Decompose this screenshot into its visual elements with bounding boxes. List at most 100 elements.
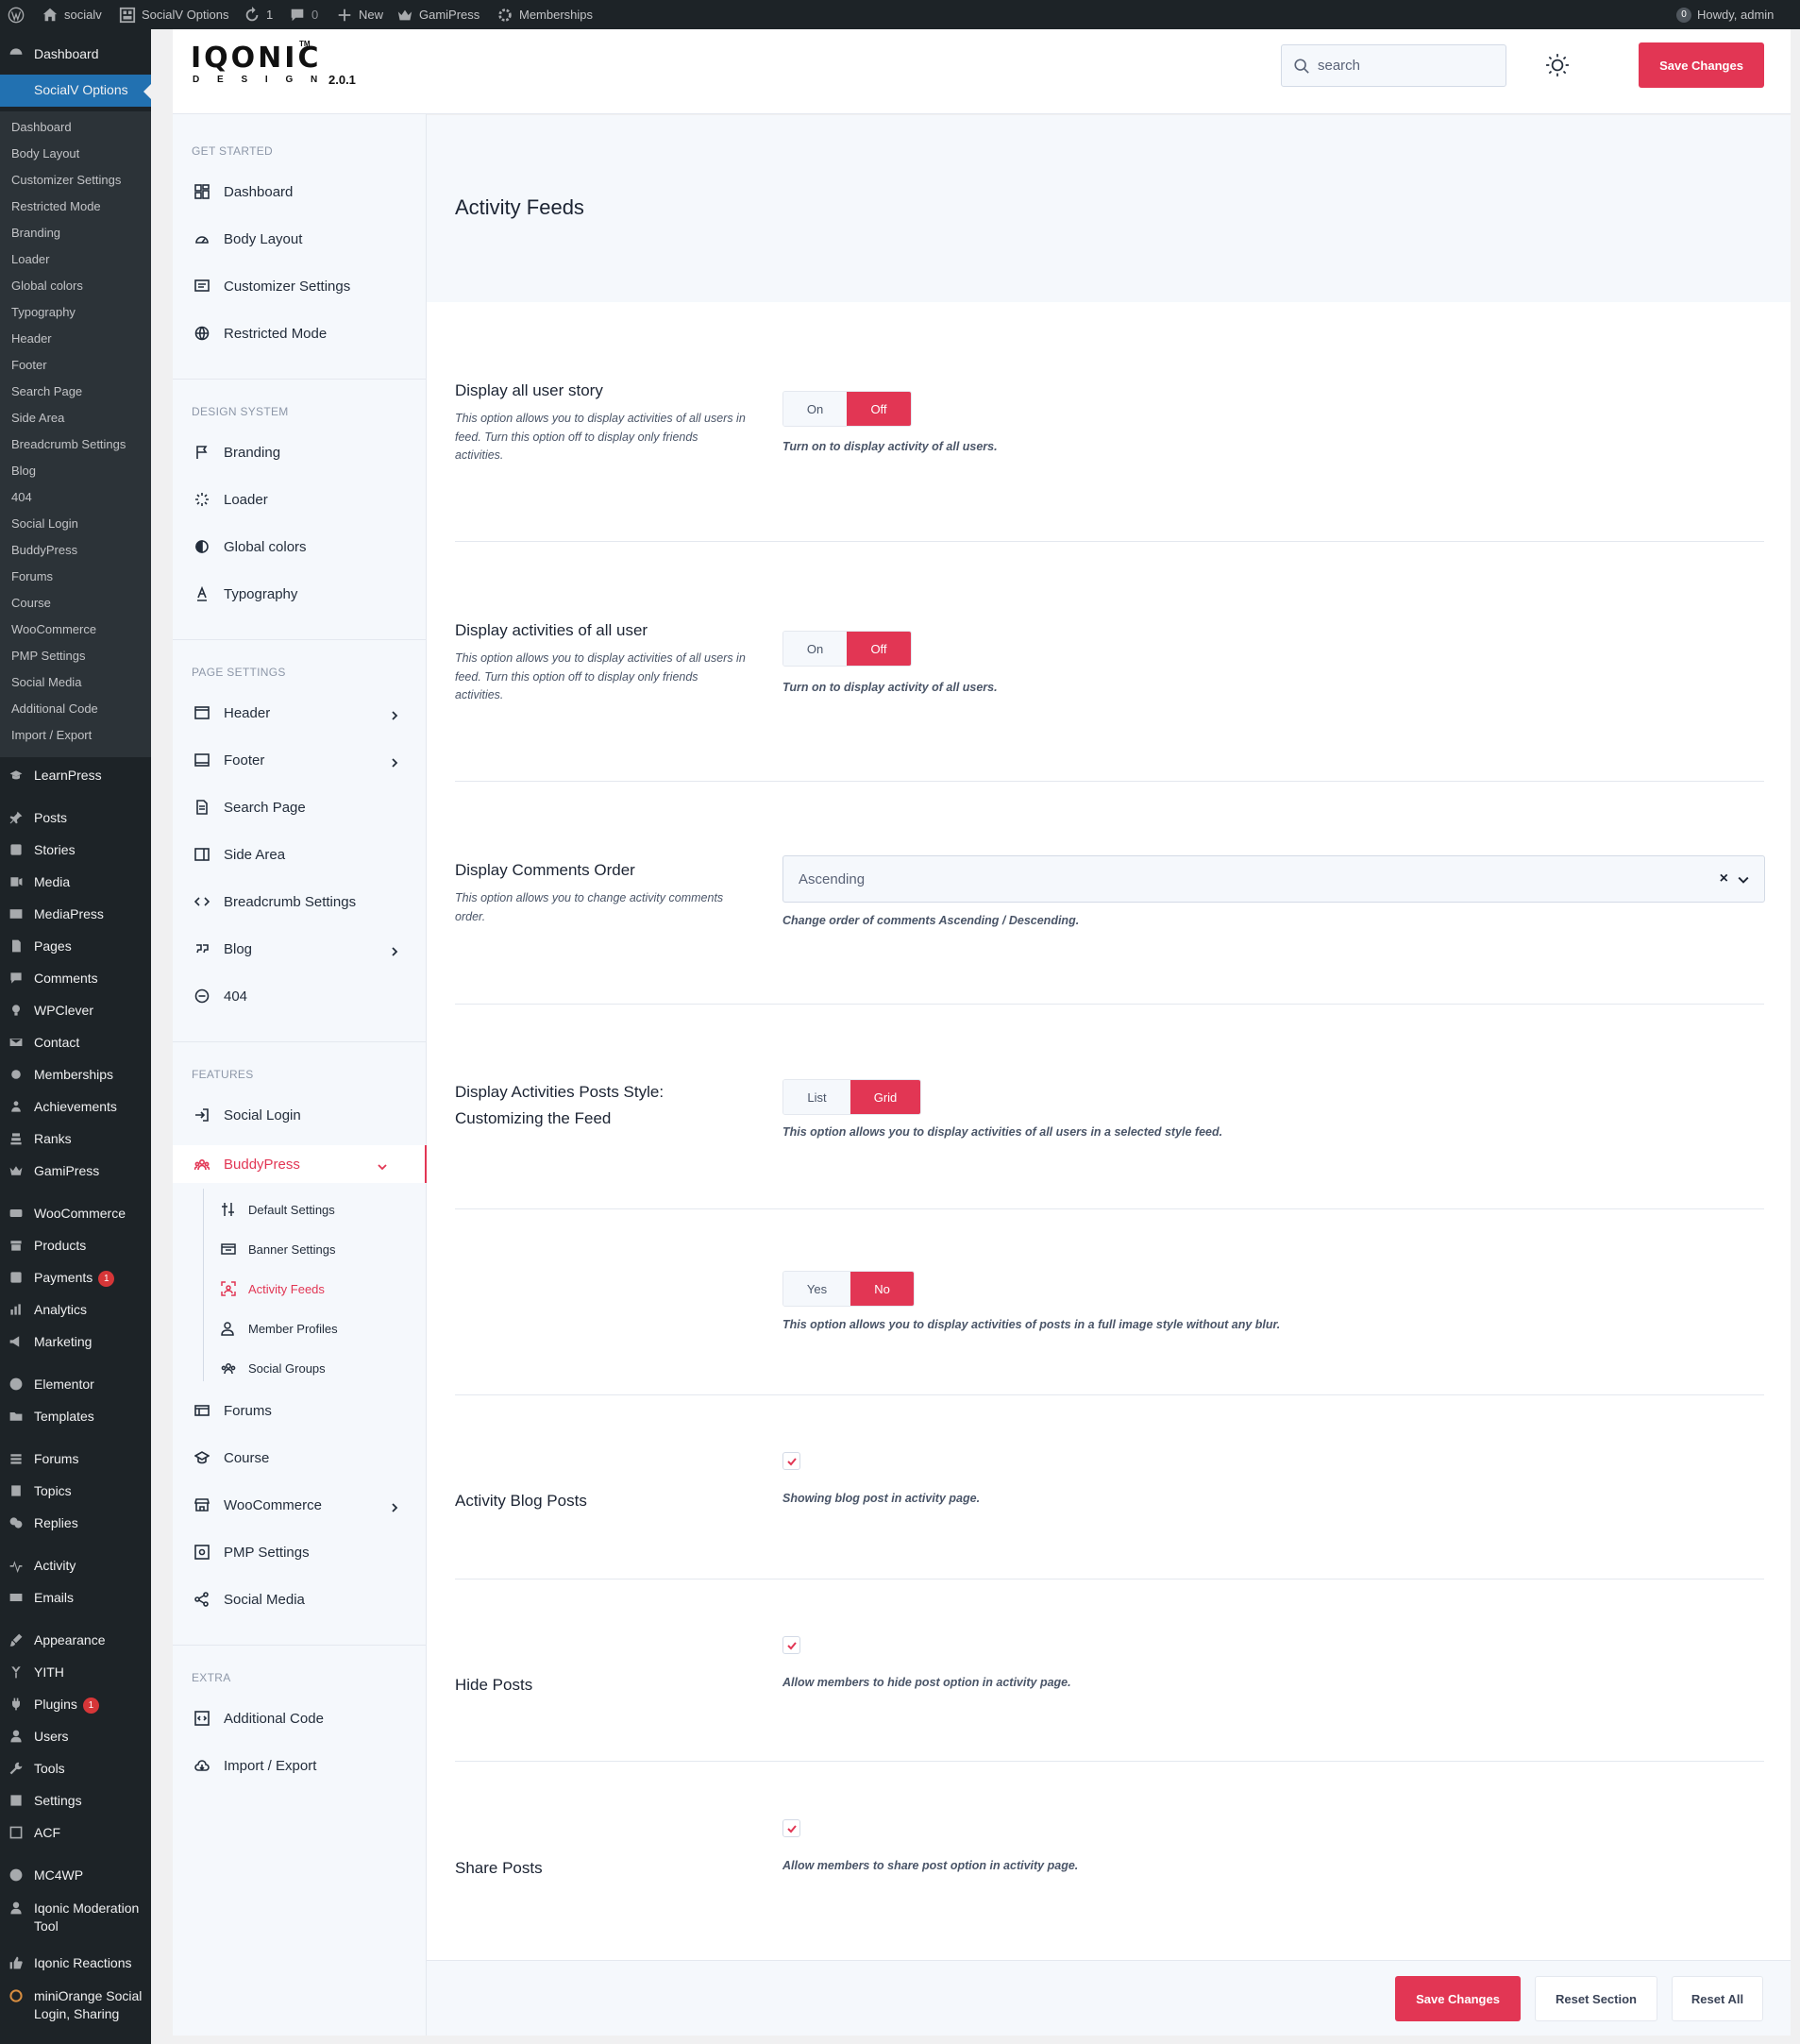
wp-menu-socialv-options[interactable]: SocialV Options [0, 75, 151, 107]
wp-menu-elementor[interactable]: Elementor [0, 1376, 151, 1398]
nav-forums[interactable]: Forums [192, 1394, 409, 1427]
nav-loader[interactable]: Loader [192, 482, 409, 516]
wp-menu-payments[interactable]: Payments 1 [0, 1269, 151, 1292]
submenu-item[interactable]: Search Page [11, 384, 82, 398]
admin-bar-gamipress[interactable]: GamiPress [396, 0, 479, 29]
submenu-item[interactable]: Dashboard [11, 120, 72, 134]
wp-menu-memberships[interactable]: Memberships [0, 1066, 151, 1089]
admin-bar-site[interactable]: socialv [42, 0, 102, 29]
submenu-item[interactable]: Course [11, 596, 51, 610]
nav-woocommerce[interactable]: WooCommerce [192, 1488, 409, 1522]
comments-order-select[interactable]: Ascending × [782, 855, 1765, 903]
subnav-default-settings[interactable]: Default Settings [220, 1195, 335, 1224]
submenu-item[interactable]: Breadcrumb Settings [11, 437, 126, 451]
subnav-activity-feeds[interactable]: Activity Feeds [220, 1275, 325, 1303]
submenu-item[interactable]: PMP Settings [11, 649, 86, 663]
hide-posts-checkbox[interactable] [782, 1636, 800, 1654]
submenu-item[interactable]: Typography [11, 305, 76, 319]
nav-social-media[interactable]: Social Media [192, 1582, 409, 1616]
save-changes-button[interactable]: Save Changes [1639, 42, 1764, 88]
nav-blog[interactable]: Blog [192, 932, 409, 966]
submenu-item[interactable]: Social Media [11, 675, 81, 689]
wp-menu-mediapress[interactable]: MediaPress [0, 905, 151, 928]
theme-toggle-sun-icon[interactable] [1545, 53, 1570, 77]
wp-menu-gamipress[interactable]: GamiPress [0, 1162, 151, 1185]
nav-header[interactable]: Header [192, 696, 409, 730]
toggle-no[interactable]: No [850, 1272, 914, 1306]
toggle-off[interactable]: Off [847, 392, 911, 426]
wp-menu-activity[interactable]: Activity [0, 1557, 151, 1579]
on-off-toggle[interactable]: On Off [782, 631, 912, 667]
submenu-item[interactable]: 404 [11, 490, 32, 504]
admin-bar-account[interactable]: 0 Howdy, admin [1676, 0, 1774, 29]
wp-menu-yith[interactable]: YITH [0, 1664, 151, 1686]
admin-bar-updates[interactable]: 1 [244, 0, 273, 29]
wp-menu-marketing[interactable]: Marketing [0, 1333, 151, 1356]
submenu-item[interactable]: BuddyPress [11, 543, 77, 557]
nav-body-layout[interactable]: Body Layout [192, 222, 409, 256]
wp-menu-achievements[interactable]: Achievements [0, 1098, 151, 1121]
wp-menu-pages[interactable]: Pages [0, 938, 151, 960]
reset-section-button[interactable]: Reset Section [1535, 1976, 1657, 2021]
submenu-item[interactable]: Import / Export [11, 728, 92, 742]
submenu-item[interactable]: WooCommerce [11, 622, 96, 636]
submenu-item[interactable]: Branding [11, 226, 60, 240]
wp-menu-products[interactable]: Products [0, 1237, 151, 1259]
admin-bar-memberships[interactable]: Memberships [496, 0, 593, 29]
nav-import-export[interactable]: Import / Export [192, 1748, 409, 1782]
nav-side-area[interactable]: Side Area [192, 837, 409, 871]
wp-menu-moderation[interactable]: Iqonic Moderation Tool [0, 1900, 151, 1937]
chevron-down-icon[interactable] [1738, 873, 1749, 885]
nav-restricted-mode[interactable]: Restricted Mode [192, 316, 409, 350]
submenu-item[interactable]: Body Layout [11, 146, 79, 160]
share-posts-checkbox[interactable] [782, 1819, 800, 1837]
subnav-social-groups[interactable]: Social Groups [220, 1354, 326, 1382]
wp-menu-ranks[interactable]: Ranks [0, 1130, 151, 1153]
wp-menu-forums[interactable]: Forums [0, 1450, 151, 1473]
wp-menu-settings[interactable]: Settings [0, 1792, 151, 1815]
on-off-toggle[interactable]: On Off [782, 391, 912, 427]
nav-typography[interactable]: Typography [192, 577, 409, 611]
wp-menu-analytics[interactable]: Analytics [0, 1301, 151, 1324]
subnav-banner-settings[interactable]: Banner Settings [220, 1235, 336, 1263]
yes-no-toggle[interactable]: Yes No [782, 1271, 915, 1307]
wp-menu-media[interactable]: Media [0, 873, 151, 896]
admin-bar-new[interactable]: New [336, 0, 383, 29]
wp-menu-woocommerce[interactable]: WooCommerce [0, 1205, 151, 1227]
submenu-item[interactable]: Loader [11, 252, 49, 266]
reset-all-button[interactable]: Reset All [1672, 1976, 1763, 2021]
wp-menu-mc4wp[interactable]: MC4WP [0, 1867, 151, 1889]
nav-404[interactable]: 404 [192, 979, 409, 1013]
submenu-item[interactable]: Blog [11, 464, 36, 478]
wp-menu-plugins[interactable]: Plugins 1 [0, 1696, 151, 1718]
nav-dashboard[interactable]: Dashboard [192, 175, 409, 209]
nav-branding[interactable]: Branding [192, 435, 409, 469]
search-input[interactable]: search [1318, 58, 1360, 74]
nav-customizer[interactable]: Customizer Settings [192, 269, 409, 303]
wp-menu-replies[interactable]: Replies [0, 1514, 151, 1537]
nav-global-colors[interactable]: Global colors [192, 530, 409, 564]
nav-search-page[interactable]: Search Page [192, 790, 409, 824]
wp-menu-acf[interactable]: ACF [0, 1824, 151, 1847]
footer-save-button[interactable]: Save Changes [1395, 1976, 1521, 2021]
toggle-list[interactable]: List [783, 1080, 850, 1114]
wp-menu-posts[interactable]: Posts [0, 809, 151, 832]
wp-menu-users[interactable]: Users [0, 1728, 151, 1750]
wp-menu-wpclever[interactable]: WPClever [0, 1002, 151, 1024]
nav-course[interactable]: Course [192, 1441, 409, 1475]
blog-posts-checkbox[interactable] [782, 1452, 800, 1470]
nav-additional-code[interactable]: Additional Code [192, 1701, 409, 1735]
wp-menu-dashboard[interactable]: Dashboard [0, 45, 151, 72]
wp-menu-miniorange[interactable]: miniOrange Social Login, Sharing [0, 1987, 151, 2040]
wp-menu-contact[interactable]: Contact [0, 1034, 151, 1056]
wp-menu-learnpress[interactable]: LearnPress [0, 767, 151, 789]
submenu-item[interactable]: Side Area [11, 411, 64, 425]
toggle-off[interactable]: Off [847, 632, 911, 666]
wp-menu-templates[interactable]: Templates [0, 1408, 151, 1430]
admin-bar-comments[interactable]: 0 [289, 0, 318, 29]
nav-pmp-settings[interactable]: PMP Settings [192, 1535, 409, 1569]
submenu-item[interactable]: Forums [11, 569, 53, 583]
wordpress-logo-icon[interactable] [8, 0, 25, 29]
submenu-item[interactable]: Additional Code [11, 701, 98, 716]
submenu-item[interactable]: Header [11, 331, 52, 346]
